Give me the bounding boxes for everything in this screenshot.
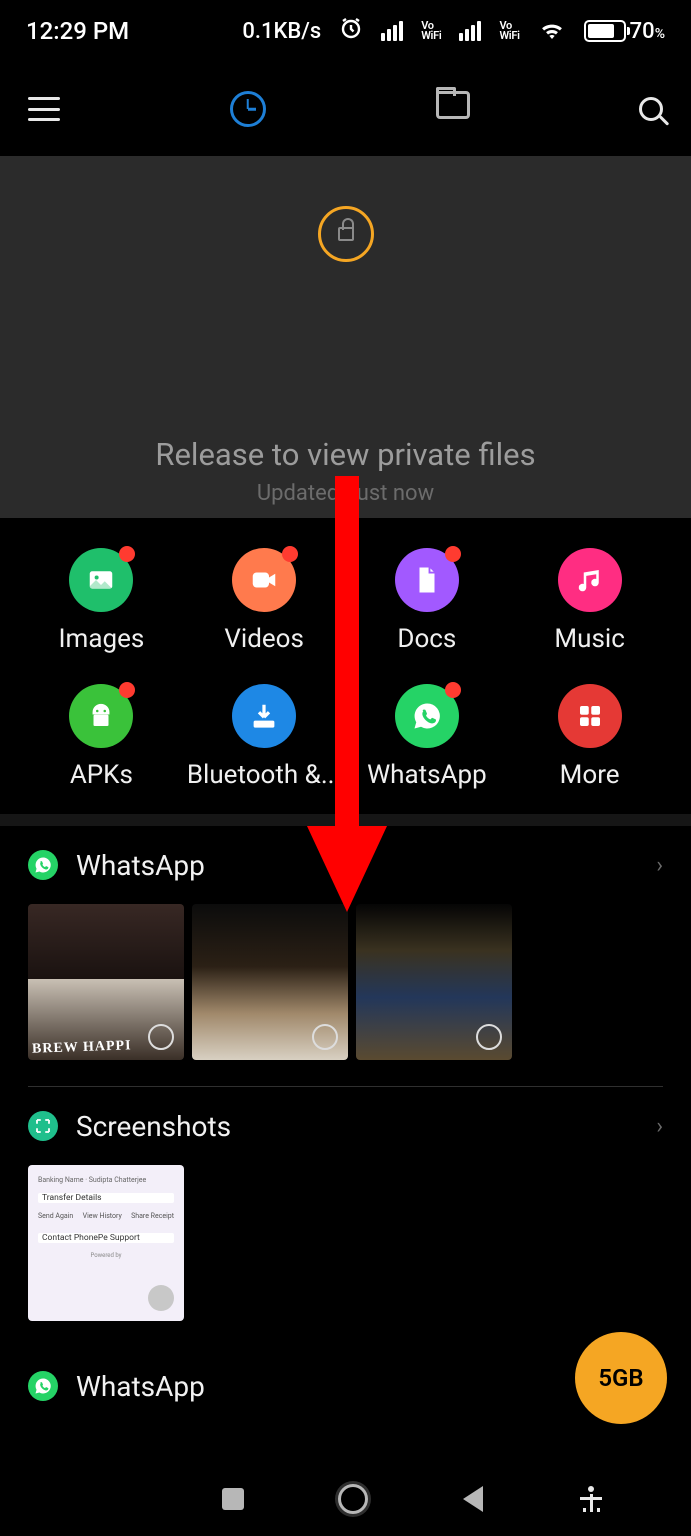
status-netspeed: 0.1KB/s: [242, 19, 321, 44]
select-circle[interactable]: [148, 1024, 174, 1050]
category-bluetooth-[interactable]: Bluetooth &...: [183, 684, 346, 790]
lock-icon: [338, 227, 354, 241]
notification-dot: [445, 546, 461, 562]
whatsapp-icon: [28, 850, 58, 880]
accessibility-icon[interactable]: [578, 1486, 604, 1512]
thumbnail[interactable]: BREW HAPPI: [28, 904, 184, 1060]
wifi-icon: [538, 17, 566, 45]
category-label: APKs: [70, 760, 133, 790]
back-button[interactable]: [463, 1486, 483, 1512]
chevron-right-icon: ›: [656, 853, 663, 878]
screenshot-icon: [28, 1111, 58, 1141]
category-docs[interactable]: Docs: [346, 548, 509, 654]
category-more[interactable]: More: [508, 684, 671, 790]
chevron-right-icon: ›: [656, 1114, 663, 1139]
category-label: Music: [554, 624, 624, 654]
video-icon: [232, 548, 296, 612]
folders-tab-icon[interactable]: [436, 91, 470, 119]
thumbnail-row: Banking Name · Sudipta Chatterjee Transf…: [28, 1165, 663, 1347]
section-title: Screenshots: [76, 1110, 638, 1143]
lock-ring-icon: [318, 206, 374, 262]
private-files-panel[interactable]: Release to view private files Updated Ju…: [0, 156, 691, 518]
notification-dot: [282, 546, 298, 562]
search-icon[interactable]: [639, 97, 663, 121]
category-apks[interactable]: APKs: [20, 684, 183, 790]
status-time: 12:29 PM: [26, 17, 129, 45]
thumbnail[interactable]: [356, 904, 512, 1060]
whatsapp-icon: [28, 1371, 58, 1401]
category-label: Videos: [224, 624, 304, 654]
category-label: WhatsApp: [367, 760, 487, 790]
image-icon: [69, 548, 133, 612]
notification-dot: [119, 546, 135, 562]
select-circle[interactable]: [312, 1024, 338, 1050]
bt-icon: [232, 684, 296, 748]
notification-dot: [445, 682, 461, 698]
app-toolbar: [0, 62, 691, 156]
category-music[interactable]: Music: [508, 548, 671, 654]
category-images[interactable]: Images: [20, 548, 183, 654]
thumbnail[interactable]: [192, 904, 348, 1060]
section-title: WhatsApp: [76, 849, 638, 882]
system-nav-bar: [0, 1462, 691, 1536]
menu-icon[interactable]: [28, 97, 60, 121]
signal-icon-2: [459, 21, 481, 41]
private-files-subtitle: Updated Just now: [257, 481, 434, 506]
category-whatsapp[interactable]: WhatsApp: [346, 684, 509, 790]
android-icon: [69, 684, 133, 748]
select-circle[interactable]: [476, 1024, 502, 1050]
status-bar: 12:29 PM 0.1KB/s VoWiFi VoWiFi 70%: [0, 0, 691, 62]
alarm-icon: [339, 16, 363, 46]
section-header[interactable]: Screenshots ›: [28, 1087, 663, 1165]
category-grid: Images Videos Docs Music APKs Bluetooth …: [0, 518, 691, 814]
category-label: More: [560, 760, 620, 790]
section-screenshots: Screenshots › Banking Name · Sudipta Cha…: [0, 1087, 691, 1347]
storage-fab[interactable]: 5GB: [575, 1332, 667, 1424]
category-videos[interactable]: Videos: [183, 548, 346, 654]
section-divider: [0, 814, 691, 826]
notification-dot: [119, 682, 135, 698]
section-title: WhatsApp: [76, 1370, 638, 1403]
more-icon: [558, 684, 622, 748]
screenshot-preview: Banking Name · Sudipta Chatterjee Transf…: [28, 1165, 184, 1321]
category-label: Images: [58, 624, 144, 654]
recents-button[interactable]: [222, 1488, 244, 1510]
storage-fab-label: 5GB: [598, 1364, 643, 1392]
private-files-title: Release to view private files: [155, 436, 535, 473]
thumb-text: BREW HAPPI: [32, 1038, 132, 1057]
thumbnail[interactable]: Banking Name · Sudipta Chatterjee Transf…: [28, 1165, 184, 1321]
vowifi-icon-1: VoWiFi: [421, 21, 441, 41]
doc-icon: [395, 548, 459, 612]
home-button[interactable]: [338, 1484, 368, 1514]
category-label: Bluetooth &...: [187, 760, 342, 790]
music-icon: [558, 548, 622, 612]
whatsapp-icon: [395, 684, 459, 748]
thumbnail-row: BREW HAPPI: [28, 904, 663, 1086]
battery-icon: 70%: [584, 19, 665, 44]
signal-icon: [381, 21, 403, 41]
section-header[interactable]: WhatsApp ›: [28, 826, 663, 904]
recent-tab-icon[interactable]: [230, 91, 266, 127]
category-label: Docs: [397, 624, 456, 654]
section-whatsapp1: WhatsApp › BREW HAPPI: [0, 826, 691, 1086]
vowifi-icon-2: VoWiFi: [499, 21, 519, 41]
section-header[interactable]: WhatsApp ›: [28, 1347, 663, 1425]
